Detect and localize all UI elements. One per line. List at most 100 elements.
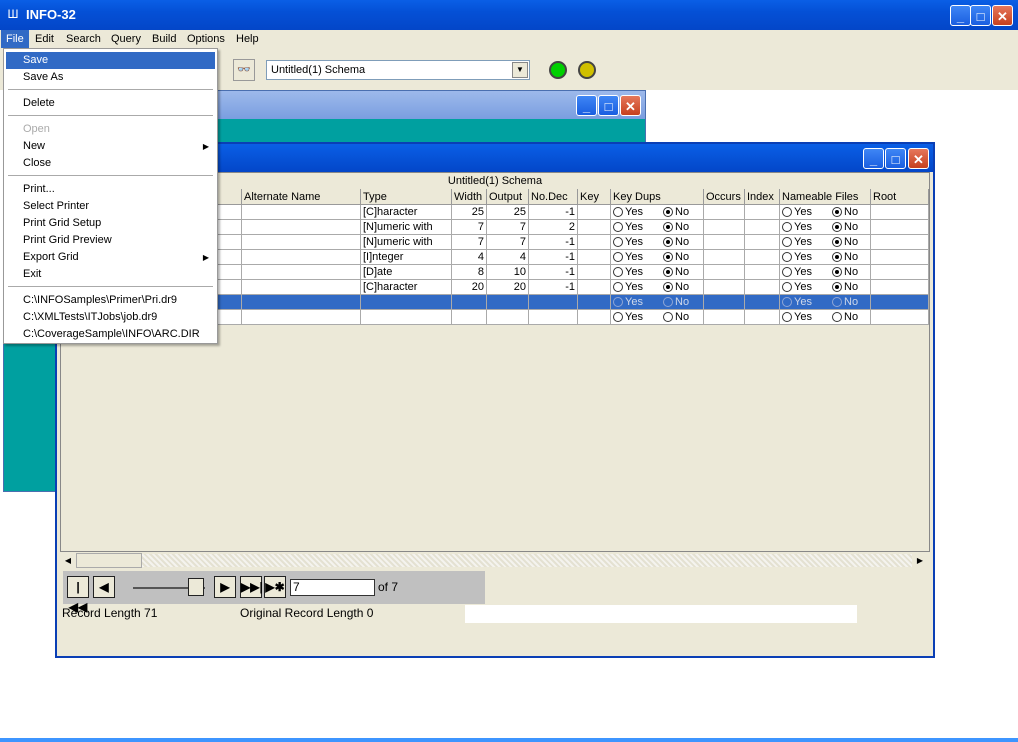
maximize-icon[interactable]: □ xyxy=(885,148,906,169)
cell-type[interactable] xyxy=(361,295,452,310)
cell-root[interactable] xyxy=(871,310,929,325)
cell-nodec[interactable] xyxy=(529,310,578,325)
menu-item-export-grid[interactable]: Export Grid ▶ xyxy=(6,249,215,266)
radio-yes[interactable]: Yes xyxy=(780,205,832,219)
schema-selector[interactable]: Untitled(1) Schema ▼ xyxy=(266,60,530,80)
menu-file[interactable]: File xyxy=(1,30,29,48)
radio-button-icon[interactable] xyxy=(663,267,673,277)
record-slider-thumb[interactable] xyxy=(188,578,204,596)
cell-output[interactable]: 4 xyxy=(487,250,529,265)
cell-root[interactable] xyxy=(871,235,929,250)
cell-index[interactable] xyxy=(745,265,780,280)
cell-alternate-name[interactable] xyxy=(242,250,361,265)
cell-nodec[interactable]: -1 xyxy=(529,250,578,265)
cell-width[interactable] xyxy=(452,295,487,310)
radio-button-icon[interactable] xyxy=(613,297,623,307)
menu-query[interactable]: Query xyxy=(106,30,146,48)
cell-key-dups[interactable]: Yes No xyxy=(611,235,704,250)
column-header-occurs[interactable]: Occurs xyxy=(704,189,745,205)
cell-output[interactable]: 7 xyxy=(487,235,529,250)
radio-button-icon[interactable] xyxy=(832,282,842,292)
cell-root[interactable] xyxy=(871,265,929,280)
radio-button-icon[interactable] xyxy=(832,297,842,307)
cell-key-dups[interactable]: Yes No xyxy=(611,295,704,310)
radio-button-icon[interactable] xyxy=(832,237,842,247)
cell-index[interactable] xyxy=(745,280,780,295)
cell-key-dups[interactable]: Yes No xyxy=(611,280,704,295)
menu-item-select-printer[interactable]: Select Printer xyxy=(6,198,215,215)
minimize-icon[interactable]: _ xyxy=(576,95,597,116)
maximize-icon[interactable]: □ xyxy=(598,95,619,116)
cell-nodec[interactable]: -1 xyxy=(529,265,578,280)
cell-index[interactable] xyxy=(745,220,780,235)
green-status-light-icon[interactable] xyxy=(549,61,567,79)
radio-no[interactable]: No xyxy=(663,205,699,219)
cell-alternate-name[interactable] xyxy=(242,280,361,295)
radio-button-icon[interactable] xyxy=(832,222,842,232)
cell-nodec[interactable]: -1 xyxy=(529,205,578,220)
cell-alternate-name[interactable] xyxy=(242,310,361,325)
scroll-thumb[interactable] xyxy=(76,553,142,568)
column-header-alternate-name[interactable]: Alternate Name xyxy=(242,189,361,205)
radio-yes[interactable]: Yes xyxy=(780,310,832,324)
menu-item-new[interactable]: New ▶ xyxy=(6,138,215,155)
cell-alternate-name[interactable] xyxy=(242,235,361,250)
cell-width[interactable]: 20 xyxy=(452,280,487,295)
scroll-left-icon[interactable]: ◀ xyxy=(62,554,74,567)
cell-nodec[interactable]: 2 xyxy=(529,220,578,235)
column-header-type[interactable]: Type xyxy=(361,189,452,205)
radio-yes[interactable]: Yes xyxy=(611,235,663,249)
next-record-icon[interactable]: ▶ xyxy=(214,576,236,598)
cell-occurs[interactable] xyxy=(704,295,745,310)
radio-button-icon[interactable] xyxy=(613,222,623,232)
cell-key[interactable] xyxy=(578,265,611,280)
menu-item-print-grid-setup[interactable]: Print Grid Setup xyxy=(6,215,215,232)
menu-item-save-as[interactable]: Save As xyxy=(6,69,215,86)
menu-options[interactable]: Options xyxy=(182,30,230,48)
radio-button-icon[interactable] xyxy=(782,207,792,217)
minimize-icon[interactable]: _ xyxy=(950,5,971,26)
radio-no[interactable]: No xyxy=(832,220,868,234)
cell-key[interactable] xyxy=(578,310,611,325)
new-record-icon[interactable]: ▶✱ xyxy=(264,576,286,598)
menu-item-print-grid-preview[interactable]: Print Grid Preview xyxy=(6,232,215,249)
cell-type[interactable]: [I]nteger xyxy=(361,250,452,265)
yellow-status-light-icon[interactable] xyxy=(578,61,596,79)
cell-key[interactable] xyxy=(578,235,611,250)
radio-yes[interactable]: Yes xyxy=(611,250,663,264)
horizontal-scrollbar[interactable]: ◀ ▶ xyxy=(60,552,930,569)
radio-button-icon[interactable] xyxy=(663,282,673,292)
radio-button-icon[interactable] xyxy=(832,312,842,322)
cell-root[interactable] xyxy=(871,205,929,220)
radio-no[interactable]: No xyxy=(832,205,868,219)
cell-output[interactable]: 10 xyxy=(487,265,529,280)
cell-nameable-files[interactable]: Yes No xyxy=(780,250,871,265)
radio-button-icon[interactable] xyxy=(613,282,623,292)
cell-width[interactable]: 7 xyxy=(452,235,487,250)
menu-item-recent-file[interactable]: C:\XMLTests\ITJobs\job.dr9 xyxy=(6,309,215,326)
cell-key-dups[interactable]: Yes No xyxy=(611,205,704,220)
radio-button-icon[interactable] xyxy=(832,252,842,262)
radio-no[interactable]: No xyxy=(663,310,699,324)
radio-no[interactable]: No xyxy=(663,235,699,249)
last-record-icon[interactable]: ▶▶| xyxy=(240,576,263,598)
cell-root[interactable] xyxy=(871,295,929,310)
radio-button-icon[interactable] xyxy=(782,267,792,277)
cell-nameable-files[interactable]: Yes No xyxy=(780,265,871,280)
cell-nameable-files[interactable]: Yes No xyxy=(780,220,871,235)
menu-item-save[interactable]: Save xyxy=(6,52,215,69)
previous-record-icon[interactable]: ◀ xyxy=(93,576,115,598)
radio-yes[interactable]: Yes xyxy=(780,235,832,249)
cell-width[interactable]: 4 xyxy=(452,250,487,265)
radio-button-icon[interactable] xyxy=(663,297,673,307)
column-header-width[interactable]: Width xyxy=(452,189,487,205)
cell-key-dups[interactable]: Yes No xyxy=(611,250,704,265)
cell-output[interactable]: 7 xyxy=(487,220,529,235)
cell-nameable-files[interactable]: Yes No xyxy=(780,235,871,250)
maximize-icon[interactable]: □ xyxy=(970,5,991,26)
radio-yes[interactable]: Yes xyxy=(611,280,663,294)
cell-alternate-name[interactable] xyxy=(242,265,361,280)
radio-yes[interactable]: Yes xyxy=(780,220,832,234)
cell-key-dups[interactable]: Yes No xyxy=(611,220,704,235)
cell-index[interactable] xyxy=(745,310,780,325)
